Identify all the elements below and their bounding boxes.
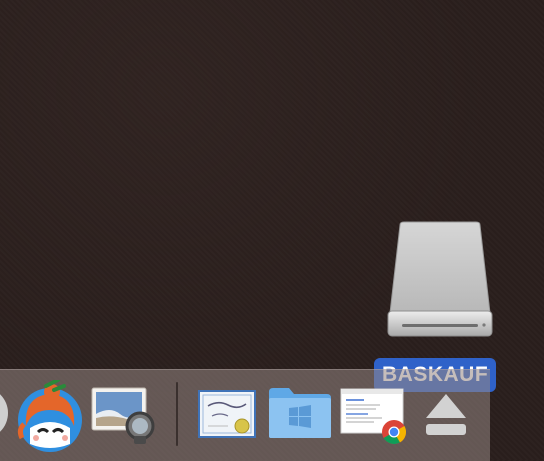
dock-separator — [176, 382, 178, 446]
certificate-document-icon[interactable] — [198, 390, 258, 447]
windows-folder-icon[interactable] — [267, 386, 333, 445]
app-partial-icon[interactable] — [0, 383, 10, 448]
desktop: BASKAUF — [0, 0, 544, 461]
external-drive-icon[interactable] — [386, 221, 494, 339]
dock — [0, 369, 490, 461]
preview-app-icon[interactable] — [90, 384, 156, 451]
cartoon-character-app-icon[interactable] — [16, 378, 84, 457]
eject-icon[interactable] — [422, 392, 470, 443]
chrome-webpage-document-icon[interactable] — [340, 388, 408, 451]
